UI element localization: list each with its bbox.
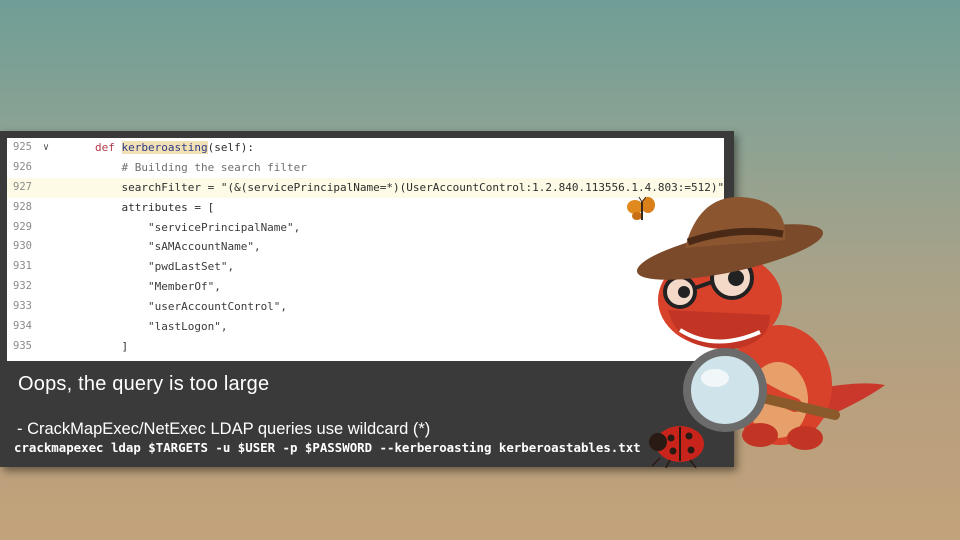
code-text: # Building the search filter (95, 160, 307, 174)
code-line: 934 "lastLogon", (7, 317, 724, 337)
line-number: 935 (13, 339, 32, 352)
line-number: 930 (13, 240, 32, 253)
line-number: 929 (13, 220, 32, 233)
code-text: "sAMAccountName", (95, 240, 261, 254)
code-line: 929 "servicePrincipalName", (7, 218, 724, 238)
code-line: 926 # Building the search filter (7, 158, 724, 178)
line-number: 932 (13, 280, 32, 293)
code-text: attributes = [ (95, 200, 215, 214)
line-number: 933 (13, 300, 32, 313)
code-text: def kerberoasting(self): (95, 141, 254, 154)
slide-title: Oops, the query is too large (18, 373, 270, 395)
code-line: 933 "userAccountControl", (7, 297, 724, 317)
line-number: 934 (13, 320, 32, 333)
code-line: 931 "pwdLastSet", (7, 257, 724, 277)
line-number: 928 (13, 200, 32, 213)
code-text: "servicePrincipalName", (95, 220, 301, 234)
code-line: 935 ] (7, 337, 724, 357)
line-number: 927 (13, 180, 32, 193)
line-number: 931 (13, 260, 32, 273)
code-line: 932 "MemberOf", (7, 277, 724, 297)
code-line: 925 ∨ def kerberoasting(self): (7, 138, 724, 158)
line-number: 925 (13, 141, 32, 153)
code-editor-snippet: 925 ∨ def kerberoasting(self): 926 # Buildi… (7, 138, 724, 361)
fold-chevron-icon[interactable]: ∨ (43, 138, 49, 158)
code-text: ] (95, 339, 129, 353)
bullet-point: - CrackMapExec/NetExec LDAP queries use … (17, 420, 431, 438)
code-text: "MemberOf", (95, 280, 221, 294)
code-text: "lastLogon", (95, 320, 228, 334)
ladybug-icon (649, 426, 704, 468)
code-line: 930 "sAMAccountName", (7, 237, 724, 257)
command-line: crackmapexec ldap $TARGETS -u $USER -p $… (14, 440, 641, 455)
line-number: 926 (13, 160, 32, 173)
code-line: 927 searchFilter = "(&(servicePrincipalN… (7, 177, 724, 198)
code-text: "userAccountControl", (95, 300, 288, 314)
slide: 925 ∨ def kerberoasting(self): 926 # Buildi… (0, 0, 960, 540)
code-text: "pwdLastSet", (95, 260, 235, 274)
code-line: 928 attributes = [ (7, 198, 724, 218)
